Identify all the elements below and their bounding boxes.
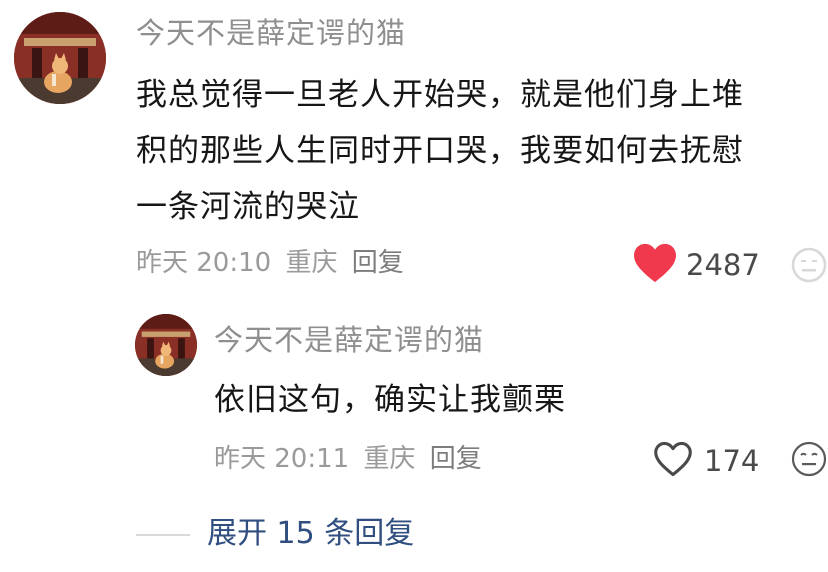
cat-avatar-icon — [135, 314, 197, 376]
emoji-reaction-icon — [791, 441, 827, 477]
heart-outline-icon — [654, 441, 692, 477]
reply-emoji-button[interactable] — [790, 440, 828, 478]
reply-username[interactable]: 今天不是薛定谔的猫 — [214, 322, 484, 358]
comment-emoji-button[interactable] — [790, 246, 828, 284]
comment-date: 昨天 20:10 — [136, 248, 272, 278]
reply-avatar[interactable] — [135, 314, 197, 376]
reply-location: 重庆 — [363, 444, 416, 474]
comment-username[interactable]: 今天不是薛定谔的猫 — [136, 15, 406, 51]
comment-avatar[interactable] — [14, 12, 106, 104]
comment-like-count: 2487 — [686, 248, 760, 282]
reply-text: 依旧这句，确实让我颤栗 — [214, 382, 566, 418]
emoji-reaction-icon — [791, 247, 827, 283]
comment-reply-button[interactable]: 回复 — [352, 248, 404, 278]
cat-avatar-icon — [14, 12, 106, 104]
reply-meta: 昨天 20:11 重庆 回复 — [214, 442, 482, 476]
reply-date: 昨天 20:11 — [214, 444, 350, 474]
comment-like-button[interactable] — [632, 242, 678, 284]
comment-location: 重庆 — [285, 248, 338, 278]
comment-text: 我总觉得一旦老人开始哭，就是他们身上堆积的那些人生同时开口哭，我要如何去抚慰一条… — [136, 77, 744, 225]
heart-filled-icon — [634, 243, 676, 283]
expand-divider — [136, 534, 190, 536]
reply-reply-button[interactable]: 回复 — [430, 444, 482, 474]
comment-meta: 昨天 20:10 重庆 回复 — [136, 246, 404, 280]
reply-like-count: 174 — [704, 444, 760, 478]
expand-replies-button[interactable]: 展开 15 条回复 — [207, 516, 414, 552]
reply-like-button[interactable] — [652, 440, 694, 478]
